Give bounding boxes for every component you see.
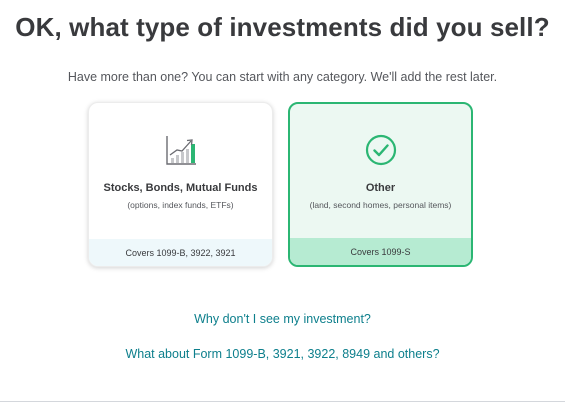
card-subtitle: (land, second homes, personal items) <box>309 200 452 210</box>
chart-growth-icon <box>89 133 272 169</box>
card-title: Stocks, Bonds, Mutual Funds <box>103 182 258 194</box>
page-title: OK, what type of investments did you sel… <box>15 12 550 42</box>
card-subtitle: (options, index funds, ETFs) <box>127 200 234 210</box>
stocks-bonds-card[interactable]: Stocks, Bonds, Mutual Funds (options, in… <box>88 102 273 267</box>
check-circle-icon <box>290 132 471 168</box>
why-not-see-investment-link[interactable]: Why don't I see my investment? <box>0 312 565 326</box>
form-1099b-info-link[interactable]: What about Form 1099-B, 3921, 3922, 8949… <box>0 347 565 361</box>
page-subtitle: Have more than one? You can start with a… <box>67 70 498 84</box>
card-footer: Covers 1099-B, 3922, 3921 <box>89 239 272 266</box>
investment-type-page: OK, what type of investments did you sel… <box>0 0 565 412</box>
other-card[interactable]: Other (land, second homes, personal item… <box>288 102 473 267</box>
divider <box>0 401 565 402</box>
card-footer: Covers 1099-S <box>290 238 471 265</box>
card-title: Other <box>365 182 396 194</box>
